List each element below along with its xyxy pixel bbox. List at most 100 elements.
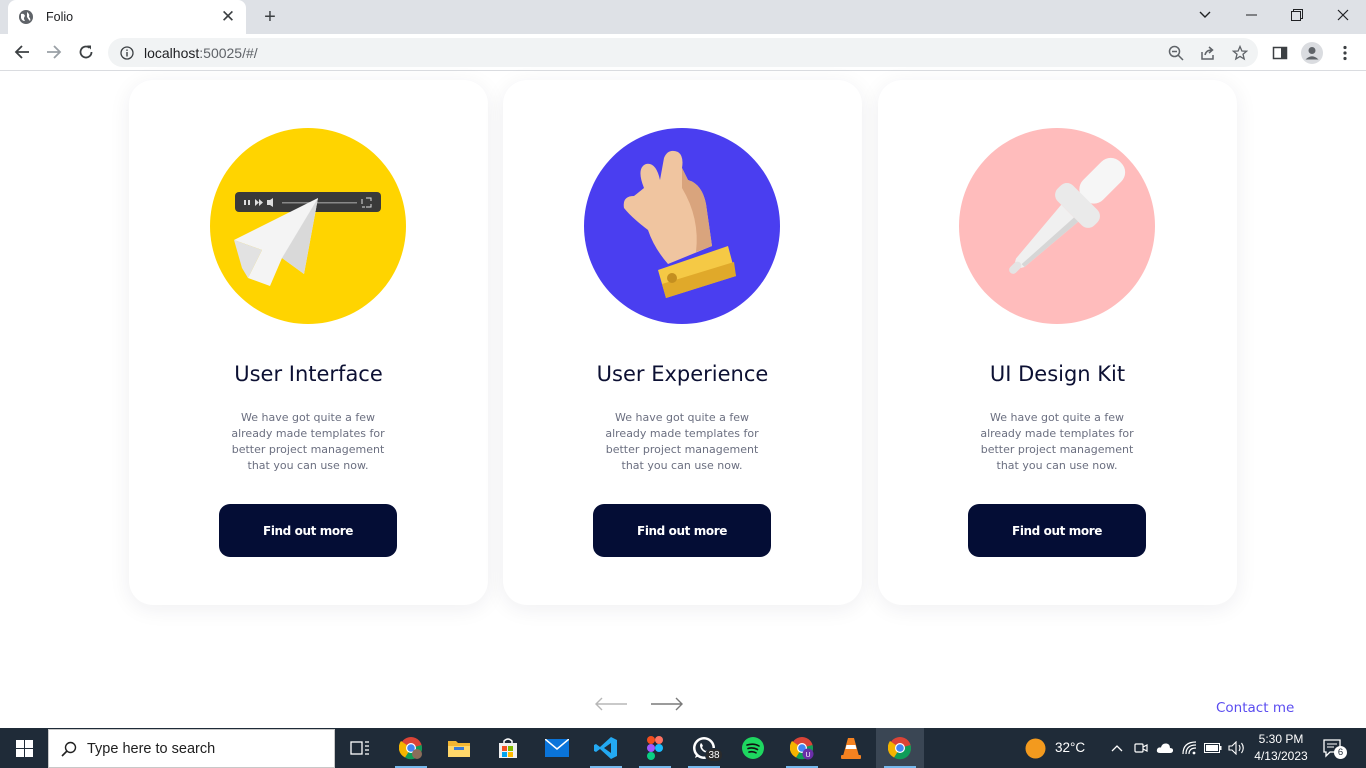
more-vert-icon: [1343, 45, 1347, 61]
taskbar-spotify[interactable]: [729, 728, 777, 768]
card-title: User Experience: [596, 362, 769, 386]
card-title: UI Design Kit: [989, 362, 1126, 386]
next-arrow-icon[interactable]: [650, 697, 684, 711]
speaker-icon: [1228, 741, 1244, 755]
taskbar-vlc[interactable]: [827, 728, 875, 768]
battery-button[interactable]: [1204, 740, 1222, 756]
temperature[interactable]: 32°C: [1055, 740, 1085, 755]
weather-sun-icon[interactable]: [1025, 738, 1046, 759]
store-icon: [499, 738, 517, 758]
vlc-icon: [841, 738, 861, 759]
taskbar-file-explorer[interactable]: [435, 728, 483, 768]
dropper-illustration: [1009, 157, 1126, 274]
show-hidden-icons-button[interactable]: [1108, 740, 1126, 756]
taskbar-microsoft-store[interactable]: [484, 728, 532, 768]
card-user-interface: User Interface We have got quite a few a…: [129, 80, 488, 605]
task-view-icon: [350, 741, 369, 755]
wifi-icon: [1182, 741, 1197, 755]
notifications-button[interactable]: 6: [1322, 738, 1348, 760]
url-text: localhost:50025/#/: [144, 44, 258, 61]
search-placeholder: Type here to search: [87, 740, 216, 757]
cursor-player-illustration: [234, 192, 381, 286]
battery-icon: [1204, 743, 1222, 753]
previous-arrow-icon[interactable]: [594, 697, 628, 711]
card-illustration: [959, 128, 1155, 324]
clock-time: 5:30 PM: [1258, 732, 1304, 746]
close-tab-icon[interactable]: ✕: [220, 7, 236, 27]
search-icon: [61, 741, 77, 757]
card-description: We have got quite a few already made tem…: [231, 411, 385, 472]
reload-button[interactable]: [72, 38, 100, 66]
find-out-more-button[interactable]: Find out more: [593, 504, 771, 557]
browser-toolbar: localhost:50025/#/: [0, 34, 1366, 71]
cloud-icon: [1156, 743, 1174, 753]
find-out-more-button[interactable]: Find out more: [219, 504, 397, 557]
whatsapp-badge: 38: [705, 748, 723, 762]
start-button[interactable]: [0, 728, 48, 768]
find-out-more-button[interactable]: Find out more: [968, 504, 1146, 557]
tab-search-button[interactable]: [1182, 0, 1228, 30]
new-tab-button[interactable]: +: [258, 6, 282, 28]
page-content: User Interface We have got quite a few a…: [0, 72, 1366, 728]
zoom-out-icon: [1168, 45, 1184, 61]
tab-title: Folio: [46, 10, 74, 24]
card-illustration: [584, 128, 780, 324]
clock-date: 4/13/2023: [1254, 749, 1308, 763]
profile-button[interactable]: [1301, 42, 1323, 64]
card-description: We have got quite a few already made tem…: [605, 411, 759, 472]
card-description: We have got quite a few already made tem…: [980, 411, 1134, 472]
back-button[interactable]: [8, 38, 36, 66]
taskbar-whatsapp[interactable]: 38: [680, 728, 728, 768]
mail-icon: [545, 739, 569, 757]
chevron-up-icon: [1111, 745, 1123, 752]
taskbar-vscode[interactable]: [582, 728, 630, 768]
onedrive-button[interactable]: [1156, 740, 1174, 756]
tab-folio[interactable]: Folio ✕: [8, 0, 246, 34]
minimize-button[interactable]: [1228, 0, 1274, 30]
browser-tab-strip: Folio ✕ +: [0, 0, 1366, 34]
figma-icon: [647, 736, 663, 760]
globe-icon: [19, 10, 33, 24]
vscode-icon: [594, 737, 617, 759]
folder-icon: [448, 741, 470, 757]
card-user-experience: User Experience We have got quite a few …: [503, 80, 862, 605]
arrow-left-icon: [14, 45, 29, 59]
taskbar-chrome-user[interactable]: U: [778, 728, 826, 768]
network-button[interactable]: [1181, 740, 1199, 756]
info-icon: [120, 45, 134, 60]
close-window-button[interactable]: [1320, 0, 1366, 30]
menu-button[interactable]: [1335, 43, 1355, 63]
side-panel-button[interactable]: [1270, 43, 1290, 63]
restore-icon: [1291, 9, 1303, 21]
minimize-icon: [1245, 14, 1257, 16]
share-button[interactable]: [1198, 43, 1218, 63]
taskbar-search-input[interactable]: Type here to search: [48, 729, 335, 768]
taskbar-figma[interactable]: [631, 728, 679, 768]
restore-button[interactable]: [1274, 0, 1320, 30]
task-view-button[interactable]: [336, 728, 384, 768]
contact-me-link[interactable]: Contact me: [1216, 700, 1294, 716]
meet-now-button[interactable]: [1132, 740, 1150, 756]
spotify-icon: [742, 737, 764, 759]
forward-button[interactable]: [40, 38, 68, 66]
zoom-button[interactable]: [1166, 43, 1186, 63]
chevron-down-icon: [1199, 11, 1211, 18]
taskbar-chrome-active[interactable]: [876, 728, 924, 768]
bookmark-button[interactable]: [1230, 43, 1250, 63]
clock[interactable]: 5:30 PM 4/13/2023: [1250, 731, 1312, 765]
arrow-right-icon: [47, 45, 62, 59]
reload-icon: [79, 45, 93, 59]
close-icon: [1337, 9, 1349, 21]
windows-taskbar: Type here to search 38 U 32°C 5:30 PM 4/…: [0, 728, 1366, 768]
avatar-icon: [1301, 42, 1323, 64]
card-ui-design-kit: UI Design Kit We have got quite a few al…: [878, 80, 1237, 605]
side-panel-icon: [1272, 46, 1288, 60]
address-bar[interactable]: localhost:50025/#/: [108, 38, 1258, 67]
chrome-icon: [399, 737, 423, 760]
taskbar-mail[interactable]: [533, 728, 581, 768]
svg-text:U: U: [805, 752, 810, 759]
volume-button[interactable]: [1228, 740, 1246, 756]
taskbar-chrome-profile[interactable]: [387, 728, 435, 768]
windows-logo-icon: [15, 739, 33, 757]
chrome-icon: U: [790, 737, 814, 760]
